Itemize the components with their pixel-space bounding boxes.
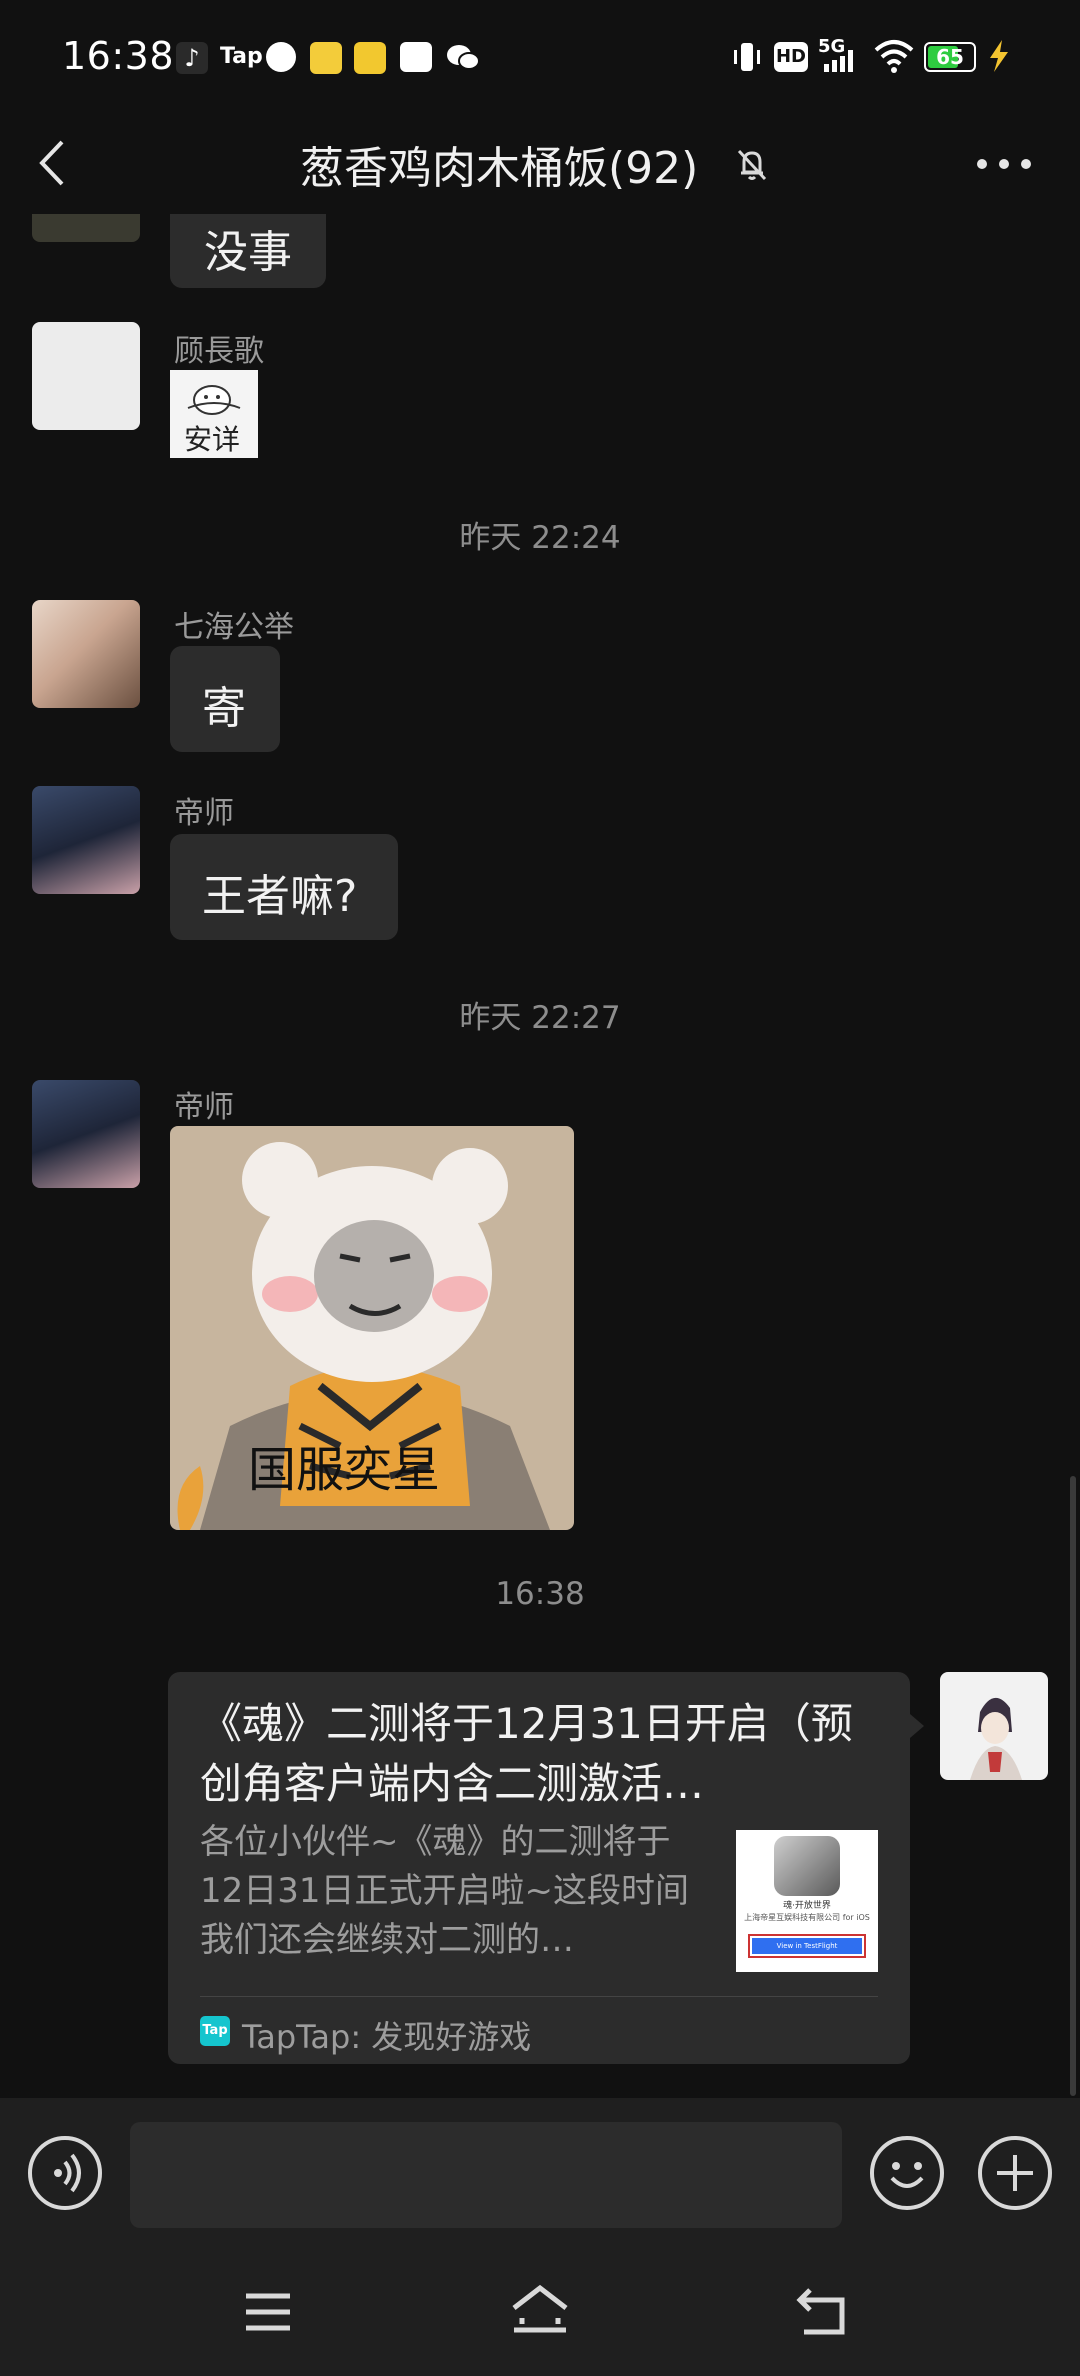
card-thumbnail: 魂·开放世界 上海帝星互娱科技有限公司 for iOS View in Test… (736, 1830, 878, 1972)
signal-5g-icon: 5G (818, 36, 866, 76)
vibrate-icon (732, 40, 762, 74)
wifi-icon (874, 38, 914, 74)
back-button[interactable] (34, 138, 70, 188)
message-bubble[interactable]: 王者嘛? (170, 834, 398, 940)
timestamp: 昨天 22:24 (459, 520, 621, 556)
card-title: 《魂》二测将于12月31日开启（预创角客户端内含二测激活… (200, 1699, 853, 1808)
manga-app-icon (310, 42, 342, 74)
tap-icon: Tap (220, 44, 263, 69)
sticker-image[interactable]: 国服奕星 (170, 1126, 574, 1530)
chat-title: 葱香鸡肉木桶饭(92) (300, 143, 699, 194)
avatar[interactable] (32, 1080, 140, 1188)
sticker-caption: 国服奕星 (248, 1442, 441, 1498)
thumbnail-app-name: 魂·开放世界 (783, 1901, 831, 1911)
tiktok-icon: ♪ (176, 42, 208, 74)
thumbnail-publisher: 上海帝星互娱科技有限公司 for iOS (744, 1913, 870, 1922)
thumbnail-testflight-button: View in TestFlight (748, 1934, 866, 1958)
timestamp: 16:38 (495, 1576, 585, 1612)
more-options-button[interactable] (976, 156, 1032, 172)
card-source: TapTap: 发现好游戏 (242, 2018, 532, 2056)
link-card[interactable]: 《魂》二测将于12月31日开启（预创角客户端内含二测激活… 各位小伙伴~《魂》的… (168, 1672, 910, 2064)
back-nav-icon[interactable] (796, 2286, 850, 2336)
hd-icon: HD (774, 42, 808, 72)
charging-icon (984, 38, 1014, 74)
menu-icon[interactable] (244, 2292, 292, 2332)
bubble-pointer (910, 1714, 924, 1738)
battery-icon: 65 (924, 42, 976, 72)
mute-bell-icon (734, 146, 770, 182)
message-input[interactable] (130, 2122, 842, 2228)
nav-bar-background (0, 196, 1080, 214)
voice-input-button[interactable] (28, 2136, 102, 2210)
sender-name: 七海公举 (174, 610, 294, 645)
speedometer-icon (266, 42, 296, 72)
message-bubble[interactable]: 寄 (170, 646, 280, 752)
sticker-caption: 安详 (184, 423, 241, 456)
sender-name: 帝师 (174, 796, 234, 831)
battery-level: 65 (936, 45, 964, 69)
message-text: 没事 (204, 227, 292, 278)
add-more-button[interactable] (978, 2136, 1052, 2210)
avatar[interactable] (32, 786, 140, 894)
card-description: 各位小伙伴~《魂》的二测将于12日31日正式开启啦~这段时间我们还会继续对二测的… (200, 1822, 690, 1960)
message-text: 王者嘛? (202, 871, 358, 922)
sender-name: 顾長歌 (174, 334, 264, 369)
avatar[interactable] (32, 322, 140, 430)
message-text: 寄 (202, 683, 246, 734)
sender-name: 帝师 (174, 1090, 234, 1125)
timestamp: 昨天 22:27 (459, 1000, 621, 1036)
wechat-icon (446, 44, 480, 72)
avatar[interactable] (940, 1672, 1048, 1780)
message-icon (400, 42, 432, 72)
card-divider (200, 1996, 878, 1997)
sticker-image[interactable]: 安详 (170, 370, 258, 458)
scrollbar[interactable] (1070, 1476, 1076, 2096)
home-icon[interactable] (510, 2284, 570, 2336)
taptap-icon: Tap (200, 2016, 230, 2046)
message-bubble[interactable]: 没事 (170, 214, 326, 288)
qq-browser-icon (354, 42, 386, 74)
status-time: 16:38 (62, 34, 175, 78)
thumbnail-button-label: View in TestFlight (752, 1938, 862, 1954)
emoji-button[interactable] (870, 2136, 944, 2210)
avatar[interactable] (32, 600, 140, 708)
